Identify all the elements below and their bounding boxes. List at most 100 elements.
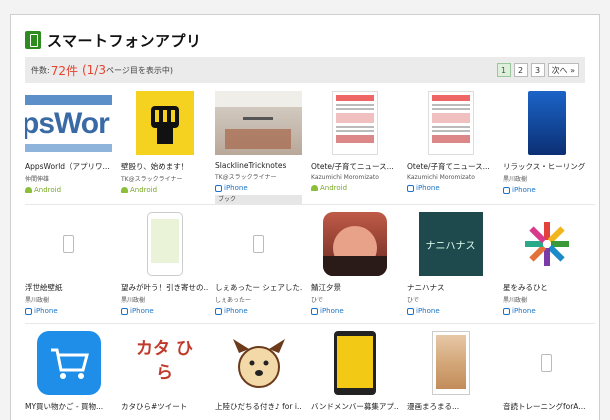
app-thumbnail[interactable] <box>121 212 208 276</box>
iphone-icon <box>215 307 222 315</box>
app-name[interactable]: カタひら#ツイート <box>121 401 208 412</box>
app-thumbnail[interactable] <box>311 331 398 395</box>
pagination: 1 2 3 次へ » <box>496 63 579 77</box>
app-card[interactable]: 漫画まろまる... <box>407 331 494 412</box>
page-2-button[interactable]: 2 <box>513 63 528 77</box>
iphone-icon <box>215 184 222 192</box>
platform-label: iPhone <box>25 307 112 315</box>
platform-label: Android <box>121 186 208 194</box>
iphone-icon <box>407 307 414 315</box>
app-card[interactable]: Otete/子育てニュース... Kazumichi Moromizato iPho… <box>407 91 494 192</box>
app-name[interactable]: ナニハナス <box>407 282 494 293</box>
app-name[interactable]: SlacklineTricknotes <box>215 161 302 170</box>
app-card[interactable]: リラックス・ヒーリング黒川政樹 iPhone <box>503 91 590 194</box>
app-thumbnail[interactable] <box>503 212 590 276</box>
section-header: スマートフォンアプリ <box>25 29 202 51</box>
app-name[interactable]: MY買い物かご - 買物... <box>25 401 112 412</box>
iphone-icon <box>121 307 128 315</box>
app-name[interactable]: バンドメンバー募集アプ... <box>311 401 398 412</box>
app-thumbnail[interactable] <box>503 331 590 395</box>
app-card[interactable]: 望みが叶う！引き寄せの... 黒川政樹 iPhone <box>121 212 208 315</box>
result-count-bar: 件数: 72件 (1/3 ページ目を表示中) 1 2 3 次へ » <box>25 57 585 83</box>
app-name[interactable]: Otete/子育てニュース... <box>407 161 494 172</box>
app-author: 黒川政樹 <box>503 297 528 304</box>
iphone-icon <box>503 186 510 194</box>
page-1-button[interactable]: 1 <box>496 63 511 77</box>
platform-label: iPhone <box>311 307 398 315</box>
app-name[interactable]: 望みが叶う！引き寄せの... <box>121 282 208 293</box>
app-thumbnail[interactable] <box>311 212 398 276</box>
app-name[interactable]: 壁殴り、始めます！ <box>121 161 208 172</box>
app-author: Kazumichi Moromizato <box>311 174 379 181</box>
app-name[interactable]: AppsWorld（アプリワ... <box>25 161 112 172</box>
iphone-icon <box>407 184 414 192</box>
app-thumbnail[interactable] <box>311 91 398 155</box>
app-name[interactable]: 音読トレーニングforA... <box>503 401 590 412</box>
iphone-icon <box>311 307 318 315</box>
platform-label: iPhone <box>407 307 494 315</box>
app-thumbnail[interactable] <box>503 91 590 155</box>
app-name[interactable]: 鯖江夕景 <box>311 282 398 293</box>
app-thumbnail[interactable] <box>215 331 302 395</box>
app-thumbnail[interactable] <box>121 91 208 155</box>
app-card[interactable]: ナニハナス ナニハナス ひで iPhone <box>407 212 494 315</box>
app-thumbnail[interactable] <box>25 331 112 395</box>
platform-label: iPhone <box>503 307 590 315</box>
app-thumbnail[interactable] <box>215 212 302 276</box>
app-author: しぇあったー <box>215 297 252 304</box>
app-name[interactable]: 上陸ひだちる付き♪ for i... <box>215 401 302 412</box>
app-thumbnail[interactable]: カタ ひら <box>121 331 208 395</box>
app-name[interactable]: 浮世絵壁紙 <box>25 282 112 293</box>
platform-label: iPhone <box>503 186 590 194</box>
next-page-button[interactable]: 次へ » <box>547 63 579 77</box>
app-author: TK@スラックライナー <box>121 176 183 183</box>
page-title: スマートフォンアプリ <box>47 31 202 50</box>
android-icon <box>311 185 318 191</box>
app-author: 仲間伸雄 <box>25 176 50 183</box>
android-icon <box>121 187 128 193</box>
app-name[interactable]: リラックス・ヒーリング <box>503 161 590 172</box>
platform-label: iPhone <box>215 307 302 315</box>
app-author: 黒川政樹 <box>25 297 50 304</box>
count-label: 件数: <box>31 65 50 75</box>
platform-label: iPhone <box>407 184 494 192</box>
page-indicator: (1/3 <box>81 63 106 77</box>
app-card[interactable]: MY買い物かご - 買物... <box>25 331 112 412</box>
app-card[interactable]: バンドメンバー募集アプ... <box>311 331 398 412</box>
platform-label: iPhone <box>121 307 208 315</box>
page-indicator-tail: ページ目を表示中) <box>105 65 173 75</box>
platform-label: iPhone <box>215 184 302 192</box>
app-card[interactable]: 鯖江夕景ひで iPhone <box>311 212 398 315</box>
count-number: 72件 <box>50 63 78 78</box>
smartphone-icon <box>25 31 41 49</box>
app-author: ひで <box>311 297 324 304</box>
app-thumbnail[interactable]: ナニハナス <box>407 212 494 276</box>
app-author: Kazumichi Moromizato <box>407 174 475 181</box>
row-divider <box>25 204 595 205</box>
app-thumbnail[interactable] <box>407 91 494 155</box>
app-card[interactable]: psWor AppsWorld（アプリワ... 仲間伸雄 Android <box>25 91 112 194</box>
app-card[interactable]: 壁殴り、始めます！ TK@スラックライナー Android <box>121 91 208 194</box>
app-card[interactable]: SlacklineTricknotes TK@スラックライナー iPhone ブック <box>215 91 302 205</box>
platform-label: Android <box>311 184 398 192</box>
app-card[interactable]: 上陸ひだちる付き♪ for i... <box>215 331 302 412</box>
app-author: 黒川政樹 <box>121 297 146 304</box>
app-card[interactable]: 星をみるひと黒川政樹 iPhone <box>503 212 590 315</box>
app-thumbnail[interactable] <box>407 331 494 395</box>
app-thumbnail[interactable]: psWor <box>25 91 112 155</box>
app-name[interactable]: しぇあったー シェアした... <box>215 282 302 293</box>
app-card[interactable]: 浮世絵壁紙黒川政樹 iPhone <box>25 212 112 315</box>
app-card[interactable]: Otete/子育てニュース... Kazumichi Moromizato Andr… <box>311 91 398 192</box>
app-card[interactable]: しぇあったー シェアした... しぇあったー iPhone <box>215 212 302 315</box>
app-author: 黒川政樹 <box>503 176 528 183</box>
platform-label: Android <box>25 186 112 194</box>
app-card[interactable]: 音読トレーニングforA... <box>503 331 590 412</box>
app-card[interactable]: カタ ひらカタひら#ツイート <box>121 331 208 412</box>
page-3-button[interactable]: 3 <box>530 63 545 77</box>
app-name[interactable]: 星をみるひと <box>503 282 590 293</box>
app-author: TK@スラックライナー <box>215 174 277 181</box>
app-thumbnail[interactable] <box>25 212 112 276</box>
app-thumbnail[interactable] <box>215 91 302 155</box>
app-name[interactable]: Otete/子育てニュース... <box>311 161 398 172</box>
app-name[interactable]: 漫画まろまる... <box>407 401 494 412</box>
